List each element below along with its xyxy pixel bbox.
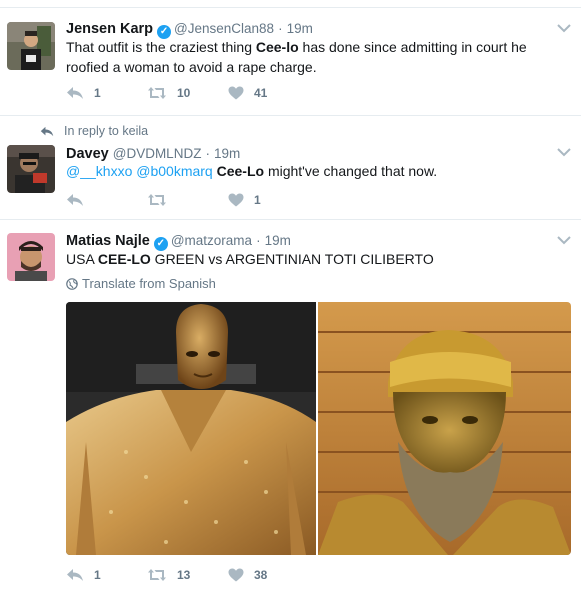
like-count: 41 (254, 86, 268, 100)
fullname[interactable]: Davey (66, 146, 109, 162)
like-button[interactable]: 41 (228, 86, 309, 100)
tweet-actions: 1 13 38 (66, 568, 309, 582)
chevron-down-icon[interactable] (557, 23, 571, 33)
like-button[interactable]: 1 (228, 193, 309, 207)
avatar[interactable] (7, 145, 55, 193)
reply-context[interactable]: In reply to keila (40, 124, 148, 138)
mention-link[interactable]: @__khxxo (66, 163, 132, 179)
tweet-header: Jensen Karp ✓ @JensenClan88 · 19m (66, 19, 313, 39)
reply-icon (67, 87, 83, 99)
like-count: 38 (254, 568, 268, 582)
highlight-term: Cee-Lo (216, 163, 265, 179)
text-segment: GREEN vs ARGENTINIAN TOTI CILIBERTO (150, 251, 434, 267)
translate-label: Translate from Spanish (82, 276, 216, 291)
heart-icon (228, 193, 244, 207)
fullname[interactable]: Matias Najle (66, 233, 150, 249)
tweet-actions: 1 10 41 (66, 86, 309, 100)
text-segment: That outfit is the craziest thing (66, 39, 256, 55)
tweet-text: USA CEE-LO GREEN vs ARGENTINIAN TOTI CIL… (66, 249, 566, 269)
retweet-icon (148, 194, 166, 206)
retweet-button[interactable] (147, 193, 228, 207)
fullname[interactable]: Jensen Karp (66, 21, 153, 37)
timestamp[interactable]: 19m (287, 21, 313, 36)
chevron-down-icon[interactable] (557, 147, 571, 157)
top-divider (0, 0, 581, 8)
handle[interactable]: @matzorama (171, 233, 252, 248)
tweet-header: Matias Najle ✓ @matzorama · 19m (66, 231, 291, 251)
heart-icon (228, 86, 244, 100)
heart-icon (228, 568, 244, 582)
separator-dot: · (256, 233, 261, 248)
tweet-jensen-karp[interactable]: Jensen Karp ✓ @JensenClan88 · 19m That outfi… (0, 9, 581, 116)
globe-icon (66, 277, 78, 290)
reply-icon (40, 126, 54, 136)
like-count: 1 (254, 193, 261, 207)
reply-button[interactable] (66, 193, 147, 207)
text-segment: might've changed that now. (264, 163, 438, 179)
retweet-button[interactable]: 10 (147, 86, 228, 100)
avatar[interactable] (7, 22, 55, 70)
highlight-term: Cee-lo (255, 39, 299, 55)
highlight-term: CEE-LO (97, 251, 151, 267)
separator-dot: · (278, 21, 283, 36)
translate-link[interactable]: Translate from Spanish (66, 276, 216, 291)
tweet-actions: 1 (66, 193, 309, 207)
reply-button[interactable]: 1 (66, 568, 147, 582)
separator-dot: · (205, 146, 210, 161)
handle[interactable]: @JensenClan88 (174, 21, 274, 36)
reply-count: 1 (94, 86, 101, 100)
reply-count: 1 (94, 568, 101, 582)
like-button[interactable]: 38 (228, 568, 309, 582)
retweet-count: 10 (177, 86, 191, 100)
chevron-down-icon[interactable] (557, 235, 571, 245)
media-photo-gold-painted-man[interactable] (318, 302, 571, 555)
retweet-button[interactable]: 13 (147, 568, 228, 582)
text-segment: USA (66, 251, 98, 267)
reply-icon (67, 194, 83, 206)
retweet-count: 13 (177, 568, 191, 582)
tweet-media[interactable] (66, 302, 571, 555)
reply-button[interactable]: 1 (66, 86, 147, 100)
timestamp[interactable]: 19m (214, 146, 240, 161)
timestamp[interactable]: 19m (265, 233, 291, 248)
mention-link[interactable]: @b00kmarq (136, 163, 212, 179)
handle[interactable]: @DVDMLNDZ (113, 146, 202, 161)
retweet-icon (148, 87, 166, 99)
tweet-text: That outfit is the craziest thing Cee-lo… (66, 37, 566, 77)
tweet-text: @__khxxo @b00kmarq Cee-Lo might've chang… (66, 161, 566, 181)
retweet-icon (148, 569, 166, 581)
reply-context-text: In reply to keila (64, 124, 149, 138)
reply-icon (67, 569, 83, 581)
avatar[interactable] (7, 233, 55, 281)
media-photo-gold-outfit[interactable] (66, 302, 316, 555)
